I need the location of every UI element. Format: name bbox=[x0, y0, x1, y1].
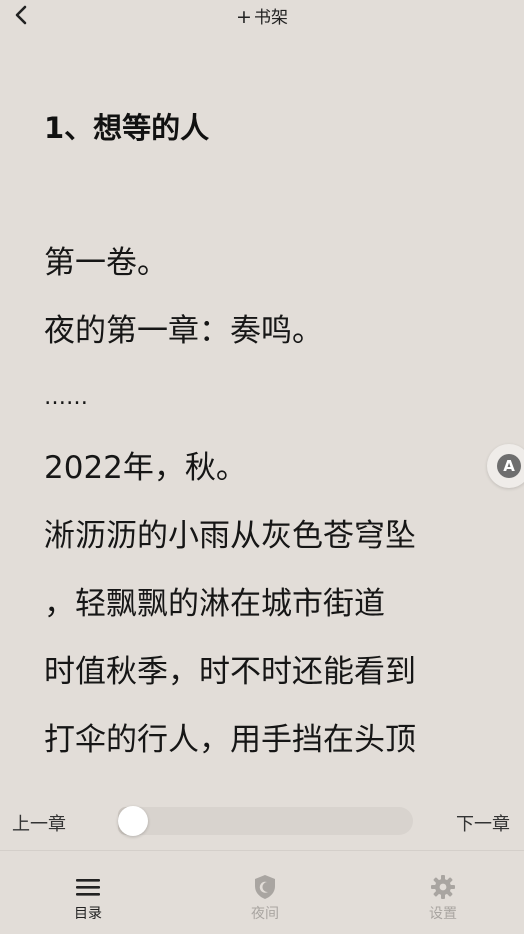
chapter-progress-row: 上一章 下一章 bbox=[0, 795, 524, 847]
paragraph-line: 2022年，秋。 bbox=[44, 450, 247, 486]
shield-moon-icon bbox=[225, 873, 305, 901]
paragraph-line: 淅沥沥的小雨从灰色苍穹坠 bbox=[44, 518, 416, 554]
prev-chapter-button[interactable]: 上一章 bbox=[12, 810, 66, 836]
paragraph-line: …… bbox=[44, 385, 88, 410]
partial-paragraph-line: ， ， bbox=[44, 782, 116, 790]
paragraph-line: 时值秋季，时不时还能看到 bbox=[44, 654, 416, 690]
nav-settings-label: 设置 bbox=[429, 906, 457, 922]
paragraph-line: 夜的第一章：奏鸣。 bbox=[44, 313, 323, 349]
nav-night-label: 夜间 bbox=[251, 906, 279, 922]
paragraph-line: ，轻飘飘的淋在城市街道 bbox=[44, 586, 385, 622]
progress-slider-handle[interactable] bbox=[118, 806, 148, 836]
font-a-icon: A bbox=[497, 454, 521, 478]
nav-toc[interactable]: 目录 bbox=[48, 873, 128, 923]
chapter-title: 1、想等的人 bbox=[44, 111, 210, 145]
reading-content[interactable]: 1、想等的人 第一卷。 夜的第一章：奏鸣。 …… 2022年，秋。 淅沥沥的小雨… bbox=[44, 0, 484, 790]
nav-toc-label: 目录 bbox=[74, 906, 102, 922]
back-button[interactable] bbox=[8, 2, 34, 28]
chapter-progress-slider[interactable] bbox=[118, 806, 413, 836]
font-settings-float-button[interactable]: A bbox=[487, 444, 524, 488]
chevron-left-icon bbox=[15, 5, 27, 25]
nav-night-mode[interactable]: 夜间 bbox=[225, 873, 305, 923]
next-chapter-button[interactable]: 下一章 bbox=[456, 810, 510, 836]
nav-settings[interactable]: 设置 bbox=[403, 873, 483, 923]
paragraph-line: 第一卷。 bbox=[44, 245, 168, 281]
gear-icon bbox=[403, 873, 483, 901]
paragraph-line: 打伞的行人，用手挡在头顶 bbox=[44, 722, 416, 758]
menu-icon bbox=[48, 873, 128, 901]
bottom-nav: 目录 夜间 设置 bbox=[0, 850, 524, 934]
